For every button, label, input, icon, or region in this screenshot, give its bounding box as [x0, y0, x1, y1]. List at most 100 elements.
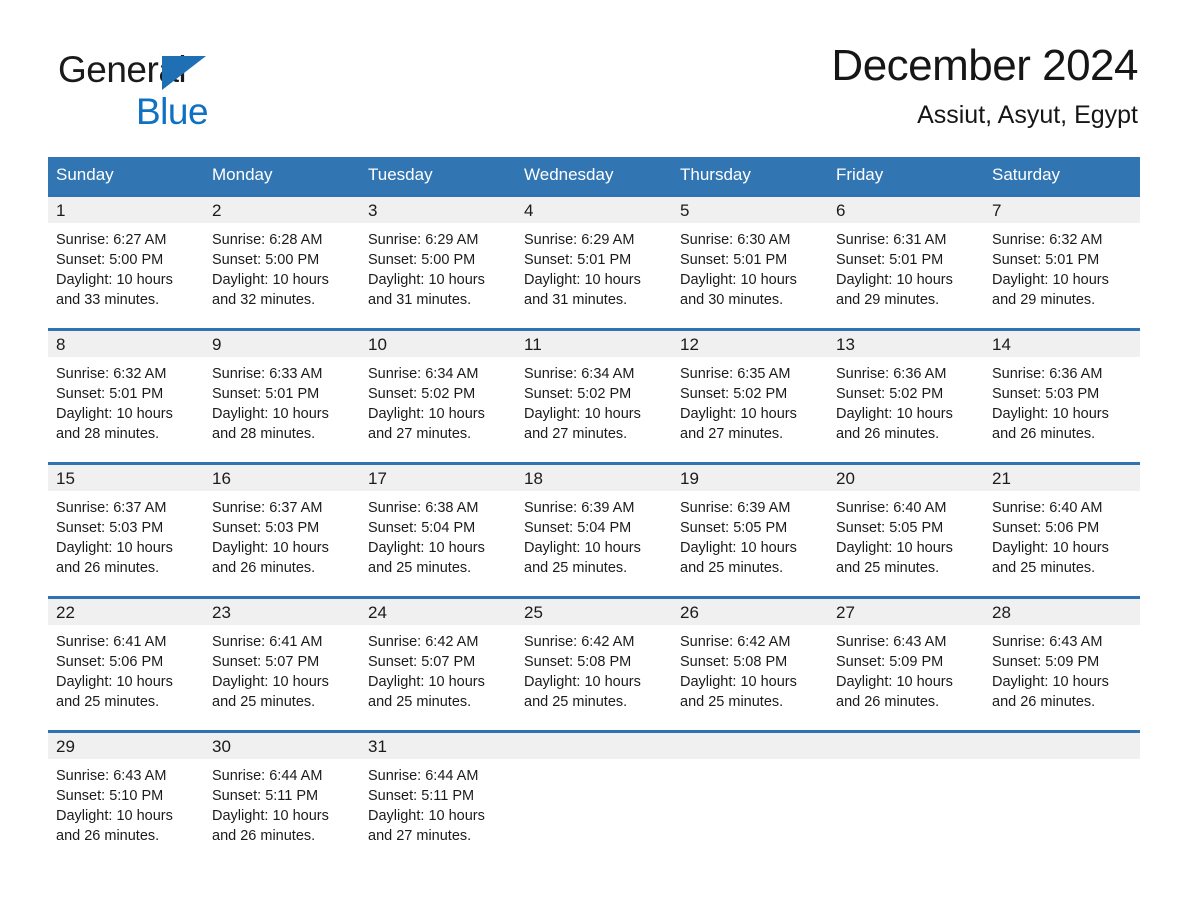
daylight-text-line1: Daylight: 10 hours [524, 540, 641, 556]
sunset-text: Sunset: 5:10 PM [56, 788, 164, 804]
day-number: 4 [516, 197, 672, 223]
day-cell[interactable]: 18 Sunrise: 6:39 AM Sunset: 5:04 PM Dayligh… [516, 462, 672, 586]
day-details [828, 759, 984, 766]
daylight-text-line2: and 26 minutes. [212, 560, 316, 576]
sunset-text: Sunset: 5:11 PM [368, 788, 475, 804]
daylight-text-line2: and 33 minutes. [56, 292, 160, 308]
day-cell[interactable]: 2 Sunrise: 6:28 AM Sunset: 5:00 PM Daylight… [204, 194, 360, 318]
sunset-text: Sunset: 5:00 PM [56, 252, 164, 268]
sunset-text: Sunset: 5:05 PM [680, 520, 788, 536]
day-cell[interactable]: 14 Sunrise: 6:36 AM Sunset: 5:03 PM Dayligh… [984, 328, 1140, 452]
sunrise-text: Sunrise: 6:41 AM [212, 634, 323, 650]
daylight-text-line2: and 25 minutes. [524, 694, 628, 710]
sunrise-text: Sunrise: 6:44 AM [212, 768, 323, 784]
daylight-text-line2: and 31 minutes. [368, 292, 472, 308]
day-cell-inner: 10 Sunrise: 6:34 AM Sunset: 5:02 PM Dayligh… [360, 328, 516, 452]
sunset-text: Sunset: 5:09 PM [992, 654, 1100, 670]
day-details: Sunrise: 6:44 AM Sunset: 5:11 PM Daylight:… [360, 759, 516, 846]
day-cell-inner: 12 Sunrise: 6:35 AM Sunset: 5:02 PM Dayligh… [672, 328, 828, 452]
day-cell[interactable]: 6 Sunrise: 6:31 AM Sunset: 5:01 PM Daylight… [828, 194, 984, 318]
daylight-text-line2: and 26 minutes. [836, 694, 940, 710]
day-number: 24 [360, 599, 516, 625]
day-cell-inner: 24 Sunrise: 6:42 AM Sunset: 5:07 PM Dayligh… [360, 596, 516, 720]
day-number: 26 [672, 599, 828, 625]
day-details: Sunrise: 6:42 AM Sunset: 5:08 PM Daylight:… [516, 625, 672, 712]
day-number: 9 [204, 331, 360, 357]
sunrise-text: Sunrise: 6:42 AM [524, 634, 635, 650]
day-cell[interactable]: 23 Sunrise: 6:41 AM Sunset: 5:07 PM Dayligh… [204, 596, 360, 720]
day-cell-inner: 30 Sunrise: 6:44 AM Sunset: 5:11 PM Dayligh… [204, 730, 360, 854]
sunrise-text: Sunrise: 6:36 AM [992, 366, 1103, 382]
day-cell[interactable]: 25 Sunrise: 6:42 AM Sunset: 5:08 PM Dayligh… [516, 596, 672, 720]
day-cell[interactable]: 12 Sunrise: 6:35 AM Sunset: 5:02 PM Dayligh… [672, 328, 828, 452]
day-cell[interactable]: 3 Sunrise: 6:29 AM Sunset: 5:00 PM Daylight… [360, 194, 516, 318]
calendar-table: Sunday Monday Tuesday Wednesday Thursday… [48, 157, 1140, 854]
day-cell[interactable]: 24 Sunrise: 6:42 AM Sunset: 5:07 PM Dayligh… [360, 596, 516, 720]
day-number: 6 [828, 197, 984, 223]
sunrise-text: Sunrise: 6:41 AM [56, 634, 167, 650]
daylight-text-line2: and 25 minutes. [680, 694, 784, 710]
day-number: 30 [204, 733, 360, 759]
day-cell[interactable]: 30 Sunrise: 6:44 AM Sunset: 5:11 PM Dayligh… [204, 730, 360, 854]
daylight-text-line2: and 30 minutes. [680, 292, 784, 308]
day-details: Sunrise: 6:43 AM Sunset: 5:10 PM Daylight:… [48, 759, 204, 846]
day-cell[interactable]: 4 Sunrise: 6:29 AM Sunset: 5:01 PM Daylight… [516, 194, 672, 318]
day-cell[interactable]: 7 Sunrise: 6:32 AM Sunset: 5:01 PM Daylight… [984, 194, 1140, 318]
day-number [672, 733, 828, 759]
day-details: Sunrise: 6:43 AM Sunset: 5:09 PM Daylight:… [828, 625, 984, 712]
day-cell[interactable]: 20 Sunrise: 6:40 AM Sunset: 5:05 PM Dayligh… [828, 462, 984, 586]
day-cell[interactable]: 9 Sunrise: 6:33 AM Sunset: 5:01 PM Daylight… [204, 328, 360, 452]
day-cell[interactable]: 5 Sunrise: 6:30 AM Sunset: 5:01 PM Daylight… [672, 194, 828, 318]
daylight-text-line1: Daylight: 10 hours [368, 540, 485, 556]
day-cell[interactable]: 28 Sunrise: 6:43 AM Sunset: 5:09 PM Dayligh… [984, 596, 1140, 720]
day-number: 21 [984, 465, 1140, 491]
day-cell[interactable]: 31 Sunrise: 6:44 AM Sunset: 5:11 PM Dayligh… [360, 730, 516, 854]
day-details [984, 759, 1140, 766]
daylight-text-line1: Daylight: 10 hours [56, 272, 173, 288]
day-number: 18 [516, 465, 672, 491]
sunset-text: Sunset: 5:01 PM [992, 252, 1100, 268]
day-cell[interactable]: 21 Sunrise: 6:40 AM Sunset: 5:06 PM Dayligh… [984, 462, 1140, 586]
sunset-text: Sunset: 5:04 PM [368, 520, 476, 536]
day-number: 12 [672, 331, 828, 357]
day-cell[interactable]: 13 Sunrise: 6:36 AM Sunset: 5:02 PM Dayligh… [828, 328, 984, 452]
weekday-header-saturday: Saturday [984, 157, 1140, 194]
day-cell[interactable]: 1 Sunrise: 6:27 AM Sunset: 5:00 PM Daylight… [48, 194, 204, 318]
day-details: Sunrise: 6:31 AM Sunset: 5:01 PM Daylight:… [828, 223, 984, 310]
day-number [828, 733, 984, 759]
sunrise-text: Sunrise: 6:27 AM [56, 232, 167, 248]
day-cell-inner: 16 Sunrise: 6:37 AM Sunset: 5:03 PM Dayligh… [204, 462, 360, 586]
day-cell-inner: 28 Sunrise: 6:43 AM Sunset: 5:09 PM Dayligh… [984, 596, 1140, 720]
daylight-text-line2: and 31 minutes. [524, 292, 628, 308]
day-cell[interactable]: 10 Sunrise: 6:34 AM Sunset: 5:02 PM Dayligh… [360, 328, 516, 452]
daylight-text-line1: Daylight: 10 hours [680, 272, 797, 288]
daylight-text-line2: and 25 minutes. [212, 694, 316, 710]
week-row-spacer-cell [48, 720, 1140, 730]
day-cell[interactable]: 11 Sunrise: 6:34 AM Sunset: 5:02 PM Dayligh… [516, 328, 672, 452]
day-details [672, 759, 828, 766]
day-cell-inner: 3 Sunrise: 6:29 AM Sunset: 5:00 PM Daylight… [360, 194, 516, 318]
weekday-header-sunday: Sunday [48, 157, 204, 194]
day-cell[interactable]: 8 Sunrise: 6:32 AM Sunset: 5:01 PM Daylight… [48, 328, 204, 452]
calendar-week-row: 8 Sunrise: 6:32 AM Sunset: 5:01 PM Daylight… [48, 328, 1140, 452]
sunrise-text: Sunrise: 6:39 AM [524, 500, 635, 516]
day-cell[interactable]: 26 Sunrise: 6:42 AM Sunset: 5:08 PM Dayligh… [672, 596, 828, 720]
day-cell-inner: 6 Sunrise: 6:31 AM Sunset: 5:01 PM Daylight… [828, 194, 984, 318]
day-cell[interactable]: 22 Sunrise: 6:41 AM Sunset: 5:06 PM Dayligh… [48, 596, 204, 720]
daylight-text-line1: Daylight: 10 hours [368, 808, 485, 824]
weekday-header-monday: Monday [204, 157, 360, 194]
day-cell[interactable]: 16 Sunrise: 6:37 AM Sunset: 5:03 PM Dayligh… [204, 462, 360, 586]
generalblue-logo[interactable]: General Blue [58, 48, 278, 140]
day-cell[interactable]: 27 Sunrise: 6:43 AM Sunset: 5:09 PM Dayligh… [828, 596, 984, 720]
day-number: 22 [48, 599, 204, 625]
sunrise-text: Sunrise: 6:35 AM [680, 366, 791, 382]
day-cell[interactable]: 19 Sunrise: 6:39 AM Sunset: 5:05 PM Dayligh… [672, 462, 828, 586]
day-cell[interactable]: 29 Sunrise: 6:43 AM Sunset: 5:10 PM Dayligh… [48, 730, 204, 854]
sunrise-text: Sunrise: 6:30 AM [680, 232, 791, 248]
sunrise-text: Sunrise: 6:40 AM [836, 500, 947, 516]
daylight-text-line2: and 29 minutes. [992, 292, 1096, 308]
daylight-text-line2: and 25 minutes. [524, 560, 628, 576]
day-cell[interactable]: 15 Sunrise: 6:37 AM Sunset: 5:03 PM Dayligh… [48, 462, 204, 586]
sunrise-text: Sunrise: 6:43 AM [56, 768, 167, 784]
day-cell[interactable]: 17 Sunrise: 6:38 AM Sunset: 5:04 PM Dayligh… [360, 462, 516, 586]
